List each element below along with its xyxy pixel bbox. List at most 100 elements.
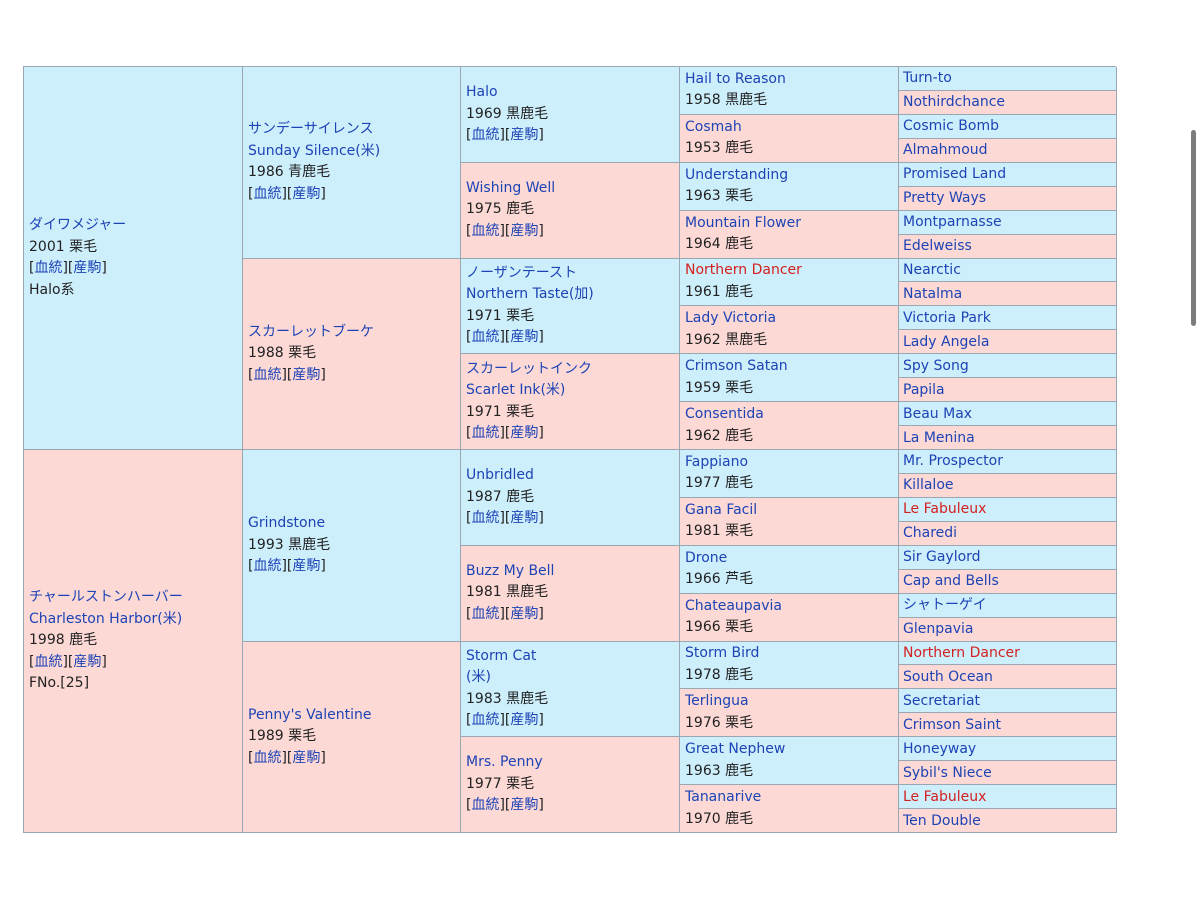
horse-name-link[interactable]: Crimson Satan: [685, 356, 893, 378]
horse-name-link[interactable]: Gana Facil: [685, 500, 893, 522]
vertical-scrollbar[interactable]: [1191, 130, 1196, 326]
horse-name-link[interactable]: Tananarive: [685, 787, 893, 809]
horse-name-link[interactable]: Spy Song: [903, 356, 1111, 376]
horse-name-en-link[interactable]: Northern Taste(加): [466, 284, 674, 306]
bloodline-link[interactable]: 血統: [471, 606, 499, 622]
progeny-link[interactable]: 産駒: [510, 425, 538, 441]
progeny-link[interactable]: 産駒: [510, 127, 538, 143]
bloodline-link[interactable]: 血統: [253, 367, 281, 383]
horse-name-link[interactable]: Turn-to: [903, 68, 1111, 88]
horse-name-link[interactable]: Grindstone: [248, 513, 455, 535]
horse-name-link[interactable]: Fappiano: [685, 452, 893, 474]
bloodline-link[interactable]: 血統: [34, 654, 62, 670]
horse-name-link[interactable]: スカーレットブーケ: [248, 322, 455, 344]
progeny-link[interactable]: 産駒: [510, 510, 538, 526]
progeny-link[interactable]: 産駒: [510, 223, 538, 239]
bloodline-link[interactable]: 血統: [471, 425, 499, 441]
horse-name-link[interactable]: Hail to Reason: [685, 69, 893, 91]
horse-name-link[interactable]: Crimson Saint: [903, 715, 1111, 735]
progeny-link[interactable]: 産駒: [292, 750, 320, 766]
horse-name-link[interactable]: Edelweiss: [903, 236, 1111, 256]
horse-name-link[interactable]: Mountain Flower: [685, 213, 893, 235]
horse-name-link[interactable]: Ten Double: [903, 811, 1111, 831]
horse-name-link[interactable]: Natalma: [903, 284, 1111, 304]
horse-name-en-link[interactable]: Sunday Silence(米): [248, 141, 455, 163]
horse-name-link[interactable]: チャールストンハーバー: [29, 587, 237, 609]
progeny-link[interactable]: 産駒: [292, 558, 320, 574]
horse-name-link[interactable]: Lady Angela: [903, 332, 1111, 352]
horse-name-link[interactable]: Drone: [685, 548, 893, 570]
horse-name-link[interactable]: Cosmah: [685, 117, 893, 139]
horse-name-link[interactable]: Penny's Valentine: [248, 705, 455, 727]
progeny-link[interactable]: 産駒: [292, 186, 320, 202]
progeny-link[interactable]: 産駒: [510, 797, 538, 813]
horse-name-link[interactable]: Beau Max: [903, 404, 1111, 424]
bloodline-link[interactable]: 血統: [471, 797, 499, 813]
horse-name-link[interactable]: South Ocean: [903, 667, 1111, 687]
bloodline-link[interactable]: 血統: [471, 329, 499, 345]
horse-name-link[interactable]: Great Nephew: [685, 739, 893, 761]
horse-name-link[interactable]: Promised Land: [903, 164, 1111, 184]
progeny-link[interactable]: 産駒: [73, 654, 101, 670]
horse-name-link[interactable]: Cap and Bells: [903, 571, 1111, 591]
horse-name-link[interactable]: Mrs. Penny: [466, 752, 674, 774]
bloodline-link[interactable]: 血統: [471, 712, 499, 728]
horse-name-link[interactable]: Nothirdchance: [903, 92, 1111, 112]
horse-name-link[interactable]: Charedi: [903, 523, 1111, 543]
bloodline-link[interactable]: 血統: [253, 750, 281, 766]
horse-name-en-link[interactable]: Charleston Harbor(米): [29, 609, 237, 631]
birth-year-color: 1977 栗毛: [466, 775, 535, 792]
horse-name-link[interactable]: Unbridled: [466, 465, 674, 487]
horse-name-link[interactable]: Wishing Well: [466, 178, 674, 200]
birth-year-color: 1953 鹿毛: [685, 140, 754, 157]
horse-name-link[interactable]: Storm Bird: [685, 643, 893, 665]
bloodline-link[interactable]: 血統: [471, 127, 499, 143]
horse-name-link-inbred[interactable]: Northern Dancer: [903, 643, 1111, 663]
progeny-link[interactable]: 産駒: [510, 329, 538, 345]
horse-name-link[interactable]: Halo: [466, 82, 674, 104]
horse-name-link[interactable]: Sir Gaylord: [903, 547, 1111, 567]
horse-name-link[interactable]: Nearctic: [903, 260, 1111, 280]
horse-name-link[interactable]: Montparnasse: [903, 212, 1111, 232]
horse-name-link[interactable]: Chateaupavia: [685, 596, 893, 618]
bloodline-link[interactable]: 血統: [253, 186, 281, 202]
bloodline-link[interactable]: 血統: [34, 260, 62, 276]
horse-name-link[interactable]: サンデーサイレンス: [248, 119, 455, 141]
horse-name-link[interactable]: ダイワメジャー: [29, 215, 237, 237]
horse-name-link[interactable]: Mr. Prospector: [903, 451, 1111, 471]
horse-name-link[interactable]: Glenpavia: [903, 619, 1111, 639]
horse-name-en-link[interactable]: Scarlet Ink(米): [466, 380, 674, 402]
horse-name-link[interactable]: La Menina: [903, 428, 1111, 448]
bloodline-link[interactable]: 血統: [253, 558, 281, 574]
bloodline-link[interactable]: 血統: [471, 223, 499, 239]
horse-name-link[interactable]: Almahmoud: [903, 140, 1111, 160]
horse-name-link[interactable]: Papila: [903, 380, 1111, 400]
horse-name-link[interactable]: Killaloe: [903, 475, 1111, 495]
gen5-cell: Papila: [899, 378, 1117, 403]
horse-name-link-inbred[interactable]: Le Fabuleux: [903, 499, 1111, 519]
horse-name-link[interactable]: Consentida: [685, 404, 893, 426]
horse-name-link[interactable]: ノーザンテースト: [466, 263, 674, 285]
horse-name-link[interactable]: スカーレットインク: [466, 359, 674, 381]
bloodline-link[interactable]: 血統: [471, 510, 499, 526]
horse-name-link[interactable]: Storm Cat: [466, 646, 674, 668]
birth-year-color: 1962 鹿毛: [685, 427, 754, 444]
horse-name-link-inbred[interactable]: Le Fabuleux: [903, 787, 1111, 807]
horse-name-link[interactable]: Terlingua: [685, 691, 893, 713]
horse-name-link[interactable]: Honeyway: [903, 739, 1111, 759]
horse-name-link-inbred[interactable]: Northern Dancer: [685, 260, 893, 282]
progeny-link[interactable]: 産駒: [510, 606, 538, 622]
horse-origin-link[interactable]: (米): [466, 667, 674, 689]
progeny-link[interactable]: 産駒: [73, 260, 101, 276]
horse-name-link[interactable]: Lady Victoria: [685, 308, 893, 330]
horse-name-link[interactable]: Buzz My Bell: [466, 561, 674, 583]
progeny-link[interactable]: 産駒: [292, 367, 320, 383]
progeny-link[interactable]: 産駒: [510, 712, 538, 728]
horse-name-link[interactable]: Secretariat: [903, 691, 1111, 711]
horse-name-link[interactable]: Pretty Ways: [903, 188, 1111, 208]
horse-name-link[interactable]: Cosmic Bomb: [903, 116, 1111, 136]
horse-name-link[interactable]: Understanding: [685, 165, 893, 187]
horse-name-link[interactable]: Victoria Park: [903, 308, 1111, 328]
horse-name-link[interactable]: シャトーゲイ: [903, 595, 1111, 615]
horse-name-link[interactable]: Sybil's Niece: [903, 763, 1111, 783]
